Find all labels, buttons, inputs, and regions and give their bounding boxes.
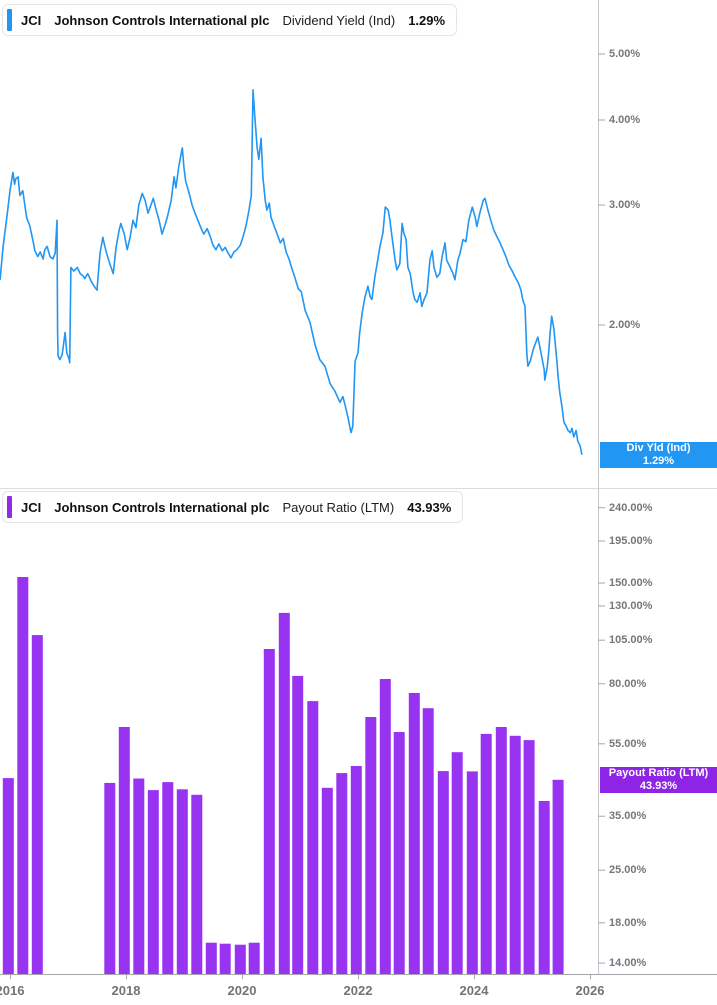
x-axis-tick-label: 2016 bbox=[0, 983, 38, 998]
stock-chart-dashboard: JCI Johnson Controls International plc D… bbox=[0, 0, 717, 1005]
y-axis-tick-label: 105.00% bbox=[609, 634, 652, 646]
metric-name: Dividend Yield (Ind) bbox=[282, 13, 395, 28]
y-axis-tick-label: 150.00% bbox=[609, 577, 652, 589]
y-axis-tick-label: 195.00% bbox=[609, 535, 652, 547]
y-axis-tick-label: 14.00% bbox=[609, 957, 646, 969]
y-axis-tick-label: 80.00% bbox=[609, 678, 646, 690]
y-axis-tick-label: 35.00% bbox=[609, 810, 646, 822]
y-axis-tick-label: 2.00% bbox=[609, 319, 640, 331]
series-color-swatch-purple bbox=[7, 496, 12, 518]
ticker-symbol: JCI bbox=[21, 13, 41, 28]
x-axis-tick-label: 2020 bbox=[214, 983, 270, 998]
y-axis-tick-label: 240.00% bbox=[609, 502, 652, 514]
y-axis-tick-label: 130.00% bbox=[609, 600, 652, 612]
company-name: Johnson Controls International plc bbox=[54, 13, 269, 28]
badge-value: 1.29% bbox=[600, 455, 717, 468]
y-axis-tick-label: 25.00% bbox=[609, 864, 646, 876]
metric-name: Payout Ratio (LTM) bbox=[282, 500, 394, 515]
y-axis-tick-label: 18.00% bbox=[609, 917, 646, 929]
x-axis-tick-label: 2026 bbox=[562, 983, 618, 998]
payout-ratio-plot[interactable] bbox=[3, 577, 564, 974]
x-axis-tick-label: 2018 bbox=[98, 983, 154, 998]
badge-label: Payout Ratio (LTM) bbox=[600, 767, 717, 780]
y-axis-tick-label: 3.00% bbox=[609, 199, 640, 211]
dividend-yield-legend-chip[interactable]: JCI Johnson Controls International plc D… bbox=[2, 4, 457, 36]
dividend-yield-last-value-badge: Div Yld (Ind) 1.29% bbox=[600, 442, 717, 468]
y-axis-tick-label: 4.00% bbox=[609, 114, 640, 126]
ticker-symbol: JCI bbox=[21, 500, 41, 515]
badge-value: 43.93% bbox=[600, 780, 717, 793]
y-axis-tick-label: 55.00% bbox=[609, 738, 646, 750]
payout-ratio-last-value-badge: Payout Ratio (LTM) 43.93% bbox=[600, 767, 717, 793]
y-axis-tick-label: 5.00% bbox=[609, 48, 640, 60]
dividend-yield-plot[interactable] bbox=[0, 90, 582, 455]
series-color-swatch-blue bbox=[7, 9, 12, 31]
metric-value: 1.29% bbox=[408, 13, 445, 28]
metric-value: 43.93% bbox=[407, 500, 451, 515]
company-name: Johnson Controls International plc bbox=[54, 500, 269, 515]
x-axis-tick-label: 2022 bbox=[330, 983, 386, 998]
x-axis-tick-label: 2024 bbox=[446, 983, 502, 998]
badge-label: Div Yld (Ind) bbox=[600, 442, 717, 455]
payout-ratio-legend-chip[interactable]: JCI Johnson Controls International plc P… bbox=[2, 491, 463, 523]
